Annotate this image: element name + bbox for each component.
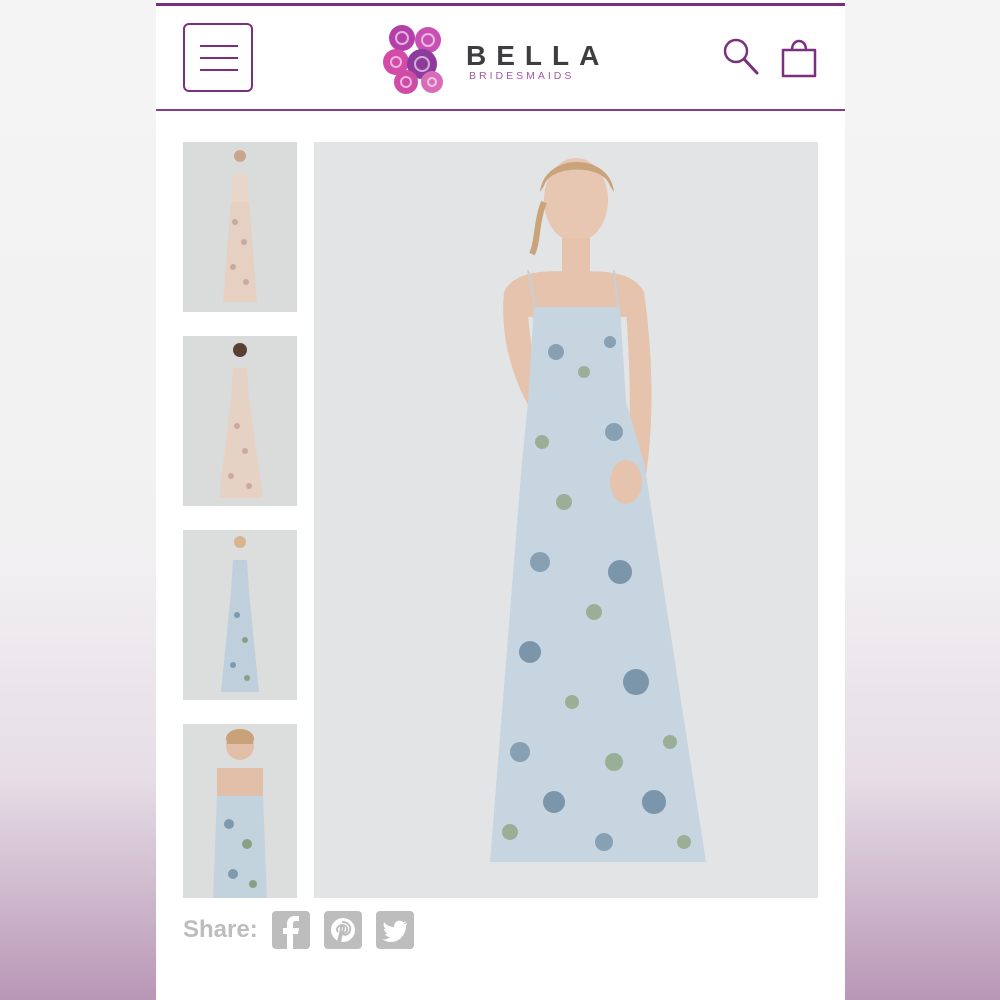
search-button[interactable] [721, 36, 763, 80]
product-thumbnail-image [183, 724, 297, 898]
share-label: Share: [183, 916, 258, 943]
pinterest-icon[interactable] [323, 911, 362, 949]
product-thumbnail-image [183, 142, 297, 312]
main-product-image[interactable] [314, 142, 818, 898]
rose-logo-icon [383, 25, 443, 94]
model-in-floral-dress-image [314, 142, 818, 898]
thumbnail-1[interactable] [183, 142, 297, 312]
shopping-bag-icon [781, 39, 817, 78]
menu-button[interactable] [183, 23, 253, 92]
cart-button[interactable] [778, 36, 820, 80]
facebook-icon[interactable] [271, 911, 310, 949]
product-thumbnail-image [183, 336, 297, 506]
brand-logo[interactable]: BELLA BRIDESMAIDS [382, 20, 632, 96]
header-divider [156, 109, 845, 111]
thumbnail-3[interactable] [183, 530, 297, 700]
top-divider [156, 3, 845, 6]
thumbnail-4[interactable] [183, 724, 297, 898]
brand-tagline: BRIDESMAIDS [469, 70, 575, 82]
product-thumbnail-image [183, 530, 297, 700]
share-bar: Share: [183, 910, 414, 950]
product-page: BELLA BRIDESMAIDS Share: [156, 0, 845, 1000]
hamburger-menu-icon-line [200, 69, 238, 71]
brand-name: BELLA [466, 40, 610, 71]
search-icon [723, 38, 759, 75]
twitter-icon[interactable] [375, 911, 414, 949]
thumbnail-2[interactable] [183, 336, 297, 506]
hamburger-menu-icon [200, 45, 238, 47]
hamburger-menu-icon-line [200, 57, 238, 59]
